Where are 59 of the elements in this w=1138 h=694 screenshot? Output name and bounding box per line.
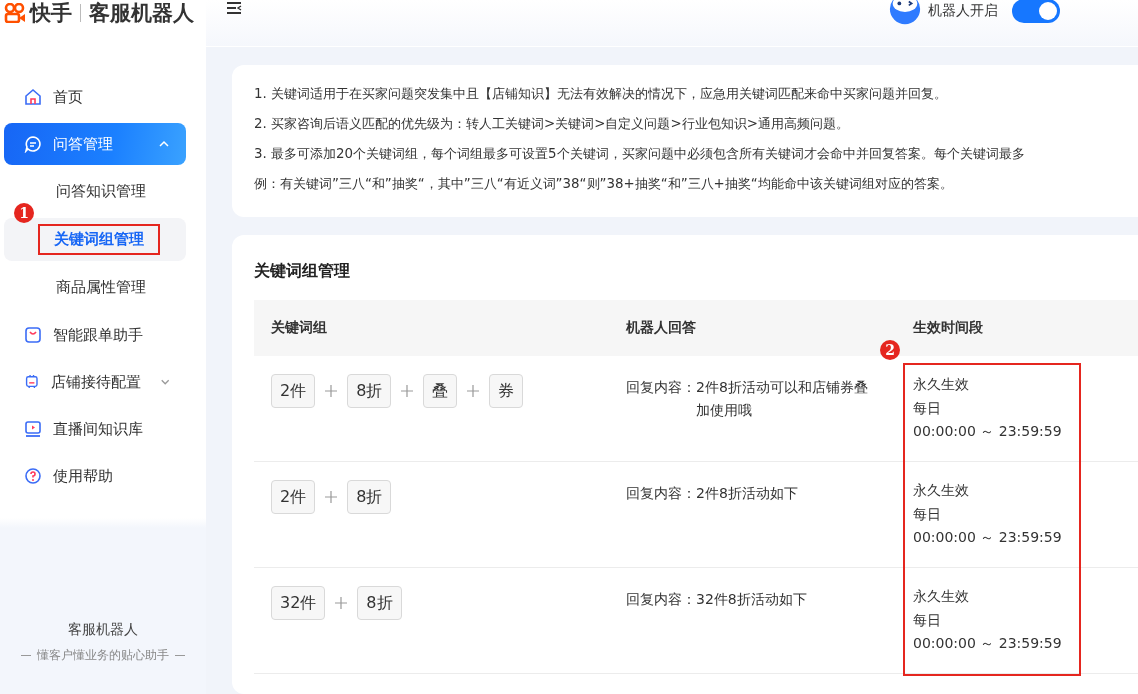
keyword-tag: 券 [489, 374, 524, 408]
nav-item[interactable]: 问答管理 [4, 123, 186, 165]
notice-text: 2. 买家咨询后语义匹配的优先级为：转人工关键词>关键词>自定义问题>行业包知识>通用高频问题。 [254, 115, 850, 133]
section-title: 关键词组管理 [254, 261, 351, 282]
brand-name: 快手 [30, 0, 72, 27]
keyword-tag: 2件 [271, 374, 316, 408]
notice-text: 3. 最多可添加20个关键词组，每个词组最多可设置5个关键词，买家问题中必须包含所有关键词才会命中并回复答案。每个关键词最多 [254, 145, 1026, 163]
plus-icon [325, 491, 338, 503]
nav-item[interactable]: 店铺接待配置 [4, 361, 186, 403]
annotation-number: 2 [880, 340, 900, 360]
footer-title: 客服机器人 [68, 621, 138, 639]
keyword-tag: 8折 [347, 480, 392, 514]
keyword-tag: 叠 [423, 374, 458, 408]
keyword-tag: 32件 [271, 586, 326, 620]
column-header: 关键词组 [270, 319, 328, 337]
home-icon [24, 88, 42, 106]
help-icon [24, 467, 42, 485]
plus-icon [401, 385, 414, 397]
product-name: 客服机器人 [89, 0, 194, 27]
reply-label: 回复内容： [626, 590, 696, 609]
reply-text: 32件8折活动如下 [696, 590, 808, 609]
validity-text: 永久生效 [913, 587, 969, 606]
validity-text: 永久生效 [913, 481, 969, 500]
annotation-number: 1 [14, 203, 34, 223]
nav-item[interactable]: 直播间知识库 [4, 408, 186, 450]
keyword-tag: 8折 [357, 586, 402, 620]
schedule-days: 每日 [913, 396, 941, 420]
keyword-tag: 8折 [347, 374, 392, 408]
bag-icon [24, 326, 42, 344]
robot-toggle[interactable] [1012, 0, 1060, 23]
time-range: 00:00:00 ～ 23:59:59 [913, 528, 1062, 547]
nav-item[interactable]: 智能跟单助手 [4, 314, 186, 356]
menu-icon[interactable] [226, 2, 242, 14]
column-header: 机器人回答 [625, 319, 697, 337]
plus-icon [467, 385, 480, 397]
nav-item[interactable]: 使用帮助 [4, 455, 186, 497]
tv-icon [24, 420, 42, 438]
plus-icon [335, 597, 348, 609]
submenu-item[interactable]: 商品属性管理 [40, 274, 162, 301]
reply-text: 2件8折活动如下 [696, 484, 799, 503]
time-range: 00:00:00 ～ 23:59:59 [913, 634, 1062, 653]
schedule-days: 每日 [913, 502, 941, 526]
footer-tagline: 懂客户懂业务的贴心助手 [37, 647, 169, 664]
notice-text: 例：有关键词”三八“和”抽奖“，其中”三八“有近义词”38“则”38+抽奖“和”三八+抽奖“均能命中该关键词组对应的答案。 [254, 175, 954, 193]
column-header: 生效时间段 [912, 319, 984, 337]
robot-status-label: 机器人开启 [928, 2, 998, 20]
time-range: 00:00:00 ～ 23:59:59 [913, 422, 1062, 441]
validity-text: 永久生效 [913, 375, 969, 394]
logo-icon [4, 3, 26, 23]
keyword-tag: 2件 [271, 480, 316, 514]
schedule-days: 每日 [913, 608, 941, 632]
reply-text: 2件8折活动可以和店铺券叠加使用哦 [696, 378, 868, 420]
plus-icon [325, 385, 338, 397]
chat-icon [24, 135, 42, 153]
notice-text: 1. 关键词适用于在买家问题突发集中且【店铺知识】无法有效解决的情况下，应急用关键词匹配来命中买家问题并回复。 [254, 85, 949, 103]
submenu-item[interactable]: 问答知识管理 [40, 178, 162, 205]
reply-label: 回复内容： [626, 484, 696, 503]
reply-label: 回复内容： [626, 378, 696, 397]
nav-item[interactable]: 首页 [4, 76, 186, 118]
